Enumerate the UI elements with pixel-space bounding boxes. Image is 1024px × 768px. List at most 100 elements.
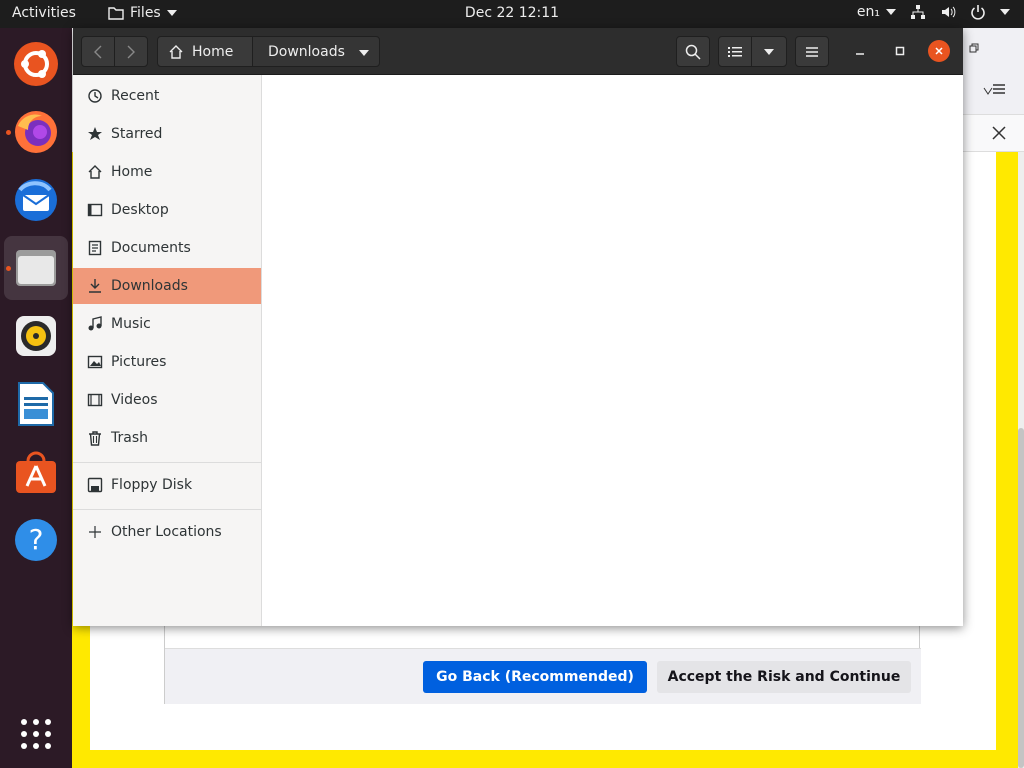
close-button[interactable]	[928, 40, 950, 62]
hamburger-menu-icon[interactable]	[992, 83, 1006, 95]
music-icon	[87, 316, 103, 332]
browser-toolbar	[962, 28, 1024, 114]
dock-rhythmbox[interactable]	[4, 304, 68, 368]
chevron-down-icon	[359, 50, 369, 56]
minimize-button[interactable]	[849, 40, 871, 62]
firefox-icon	[15, 111, 57, 153]
sidebar-item-label: Other Locations	[111, 524, 222, 540]
chevron-down-icon	[166, 10, 177, 16]
go-back-button[interactable]: Go Back (Recommended)	[423, 661, 647, 693]
dock-thunderbird[interactable]	[4, 168, 68, 232]
search-button[interactable]	[676, 36, 710, 67]
sidebar-item-label: Pictures	[111, 354, 167, 370]
view-options-button[interactable]	[751, 36, 787, 67]
dock-app-center[interactable]	[4, 440, 68, 504]
accept-risk-button[interactable]: Accept the Risk and Continue	[657, 661, 911, 693]
dock-show-apps[interactable]	[4, 702, 68, 766]
thunderbird-icon	[15, 179, 57, 221]
top-bar: Activities Files Dec 22 12:11 en₁	[0, 0, 1024, 28]
sidebar-item-desktop[interactable]: Desktop	[73, 192, 261, 228]
power-icon	[971, 5, 985, 20]
trash-icon	[87, 430, 103, 446]
sidebar-divider	[73, 462, 261, 463]
folder-icon	[108, 7, 124, 20]
chevron-down-icon	[1000, 9, 1010, 15]
system-tray[interactable]: en₁	[857, 4, 1010, 20]
back-button[interactable]	[81, 36, 115, 67]
sidebar-item-floppy-disk[interactable]: Floppy Disk	[73, 467, 261, 503]
path-home-button[interactable]: Home	[157, 36, 253, 67]
dock-ubuntu-software[interactable]	[4, 32, 68, 96]
sidebar-item-label: Recent	[111, 88, 160, 104]
maximize-button[interactable]	[889, 40, 911, 62]
files-window: Home Downloads Recent Starred Home Deskt…	[73, 28, 963, 626]
sidebar-item-other-locations[interactable]: Other Locations	[73, 514, 261, 550]
sidebar-divider	[73, 509, 261, 510]
sidebar-item-music[interactable]: Music	[73, 306, 261, 342]
list-view-button[interactable]	[718, 36, 752, 67]
sidebar-item-label: Home	[111, 164, 153, 180]
path-current-label: Downloads	[268, 43, 345, 60]
sidebar-item-label: Documents	[111, 240, 191, 256]
dock-firefox[interactable]	[4, 100, 68, 164]
desktop-icon	[87, 202, 103, 218]
dock-files[interactable]	[4, 236, 68, 300]
file-view[interactable]	[262, 75, 963, 626]
sidebar-item-recent[interactable]: Recent	[73, 78, 261, 114]
dock-help[interactable]: ?	[4, 508, 68, 572]
svg-text:?: ?	[29, 523, 44, 556]
main-menu-button[interactable]	[795, 36, 829, 67]
sidebar-item-videos[interactable]: Videos	[73, 382, 261, 418]
ubuntu-software-icon	[14, 42, 58, 86]
list-view-icon	[728, 46, 742, 57]
sidebar-item-documents[interactable]: Documents	[73, 230, 261, 266]
libreoffice-writer-icon	[18, 382, 54, 426]
sidebar-item-pictures[interactable]: Pictures	[73, 344, 261, 380]
warning-dialog: Go Back (Recommended) Accept the Risk an…	[164, 624, 921, 704]
clock[interactable]: Dec 22 12:11	[465, 5, 559, 21]
sidebar-item-label: Videos	[111, 392, 158, 408]
close-icon[interactable]	[992, 126, 1006, 140]
dock-libreoffice-writer[interactable]	[4, 372, 68, 436]
star-icon	[87, 126, 103, 142]
sidebar-item-label: Music	[111, 316, 151, 332]
sidebar-item-label: Trash	[111, 430, 148, 446]
dock: ?	[0, 28, 72, 768]
chevron-left-icon	[94, 45, 102, 58]
network-icon	[911, 5, 925, 19]
sidebar-item-label: Starred	[111, 126, 163, 142]
forward-button[interactable]	[114, 36, 148, 67]
chevron-down-icon	[764, 48, 774, 55]
path-downloads-button[interactable]: Downloads	[252, 36, 380, 67]
notification-bar	[962, 114, 1024, 152]
document-icon	[87, 240, 103, 256]
running-indicator	[6, 266, 11, 271]
scrollbar[interactable]	[1018, 152, 1024, 768]
warning-dialog-footer: Go Back (Recommended) Accept the Risk an…	[165, 648, 921, 704]
app-center-icon	[16, 451, 56, 493]
header-bar: Home Downloads	[73, 28, 963, 75]
sidebar-item-label: Downloads	[111, 278, 188, 294]
download-icon	[87, 278, 103, 294]
rhythmbox-icon	[16, 316, 56, 356]
activities-button[interactable]: Activities	[12, 5, 76, 21]
hamburger-menu-icon	[806, 46, 818, 57]
language-indicator[interactable]: en₁	[857, 4, 896, 20]
help-icon: ?	[15, 519, 57, 561]
close-icon	[935, 47, 943, 55]
sidebar-item-home[interactable]: Home	[73, 154, 261, 190]
sidebar-item-downloads[interactable]: Downloads	[73, 268, 261, 304]
running-indicator	[6, 130, 11, 135]
scrollbar-thumb[interactable]	[1018, 428, 1024, 768]
sidebar-item-label: Desktop	[111, 202, 169, 218]
show-apps-icon	[21, 719, 51, 749]
app-menu-label: Files	[130, 5, 161, 21]
clock-icon	[87, 88, 103, 104]
sidebar-item-starred[interactable]: Starred	[73, 116, 261, 152]
app-menu[interactable]: Files	[108, 5, 177, 21]
maximize-icon	[895, 46, 905, 56]
search-icon	[685, 44, 701, 60]
sidebar-item-trash[interactable]: Trash	[73, 420, 261, 456]
restore-icon[interactable]	[968, 42, 980, 54]
sidebar-item-label: Floppy Disk	[111, 477, 193, 493]
